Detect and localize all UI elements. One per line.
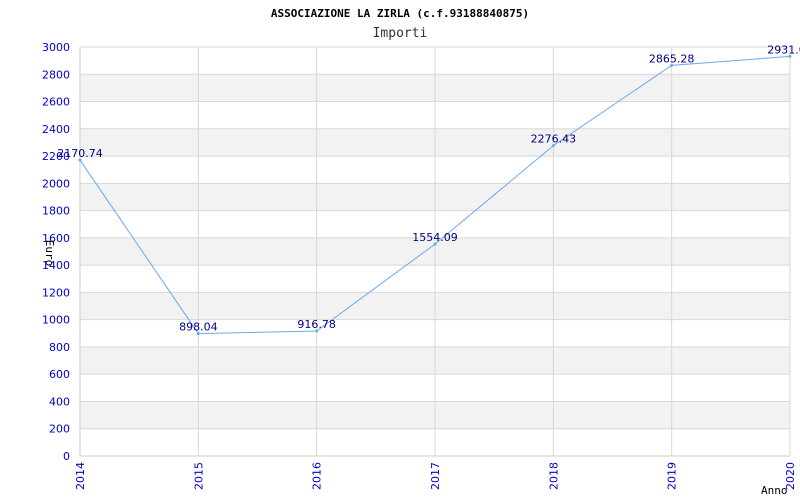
x-tick-label: 2019 — [666, 462, 679, 490]
y-tick-label: 2000 — [42, 177, 70, 190]
x-tick-labels: 2014 2015 2016 2017 2018 2019 2020 — [74, 462, 797, 490]
data-label: 1554.09 — [412, 231, 458, 244]
chart-title: ASSOCIAZIONE LA ZIRLA (c.f.93188840875) — [271, 7, 529, 20]
data-label: 916.78 — [297, 318, 336, 331]
data-label: 2865.28 — [649, 52, 695, 65]
y-tick-label: 2800 — [42, 68, 70, 81]
y-tick-label: 400 — [49, 395, 70, 408]
y-tick-label: 1200 — [42, 286, 70, 299]
x-tick-label: 2014 — [74, 462, 87, 490]
data-label: 898.04 — [179, 321, 218, 334]
y-tick-label: 2400 — [42, 123, 70, 136]
data-label: 2276.43 — [531, 133, 577, 146]
x-tick-label: 2017 — [429, 462, 442, 490]
chart-subtitle: Importi — [373, 26, 428, 41]
y-tick-label: 3000 — [42, 41, 70, 54]
y-tick-label: 200 — [49, 423, 70, 436]
x-axis-title: Anno — [761, 484, 788, 497]
y-tick-label: 800 — [49, 341, 70, 354]
y-tick-label: 2600 — [42, 96, 70, 109]
x-tick-label: 2015 — [192, 462, 205, 490]
y-tick-label: 1000 — [42, 314, 70, 327]
x-tick-label: 2016 — [311, 462, 324, 490]
y-tick-label: 1800 — [42, 205, 70, 218]
y-tick-label: 0 — [63, 450, 70, 463]
data-label: 2931.07 — [767, 43, 800, 56]
chart: 0200400600800100012001400160018002000220… — [42, 7, 800, 497]
y-tick-label: 600 — [49, 368, 70, 381]
y-axis-title: Euro — [43, 240, 56, 267]
data-label: 2170.74 — [57, 147, 103, 160]
x-tick-label: 2018 — [547, 462, 560, 490]
